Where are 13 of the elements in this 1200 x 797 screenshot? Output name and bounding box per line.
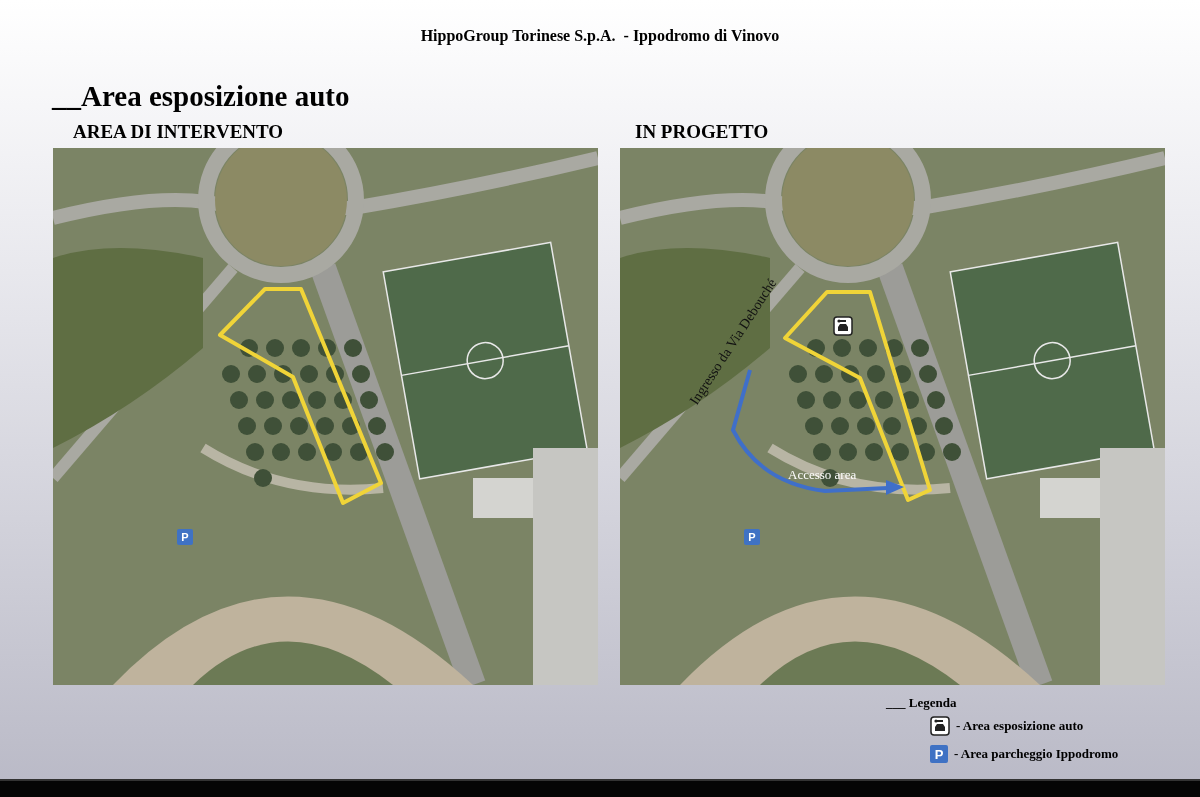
legend-label: - Area esposizione auto	[956, 718, 1084, 734]
legend-title: ___ Legenda	[886, 695, 958, 711]
parking-sign: P	[177, 529, 193, 545]
slide-title: HippoGroup Torinese S.p.A. - Ippodromo di Vinovo	[419, 26, 781, 47]
panel-heading: IN PROGETTO	[634, 120, 770, 144]
legend-label: - Area parcheggio Ippodromo	[954, 746, 1119, 762]
parking-sign: P	[744, 529, 760, 545]
car-showroom-icon	[833, 316, 853, 336]
route-label: Accesso area	[788, 467, 857, 483]
car-showroom-icon	[930, 716, 950, 736]
parking-sign: P	[930, 745, 948, 763]
section-title: __Area esposizione auto	[52, 79, 351, 113]
panel-heading: AREA DI INTERVENTO	[72, 120, 285, 144]
